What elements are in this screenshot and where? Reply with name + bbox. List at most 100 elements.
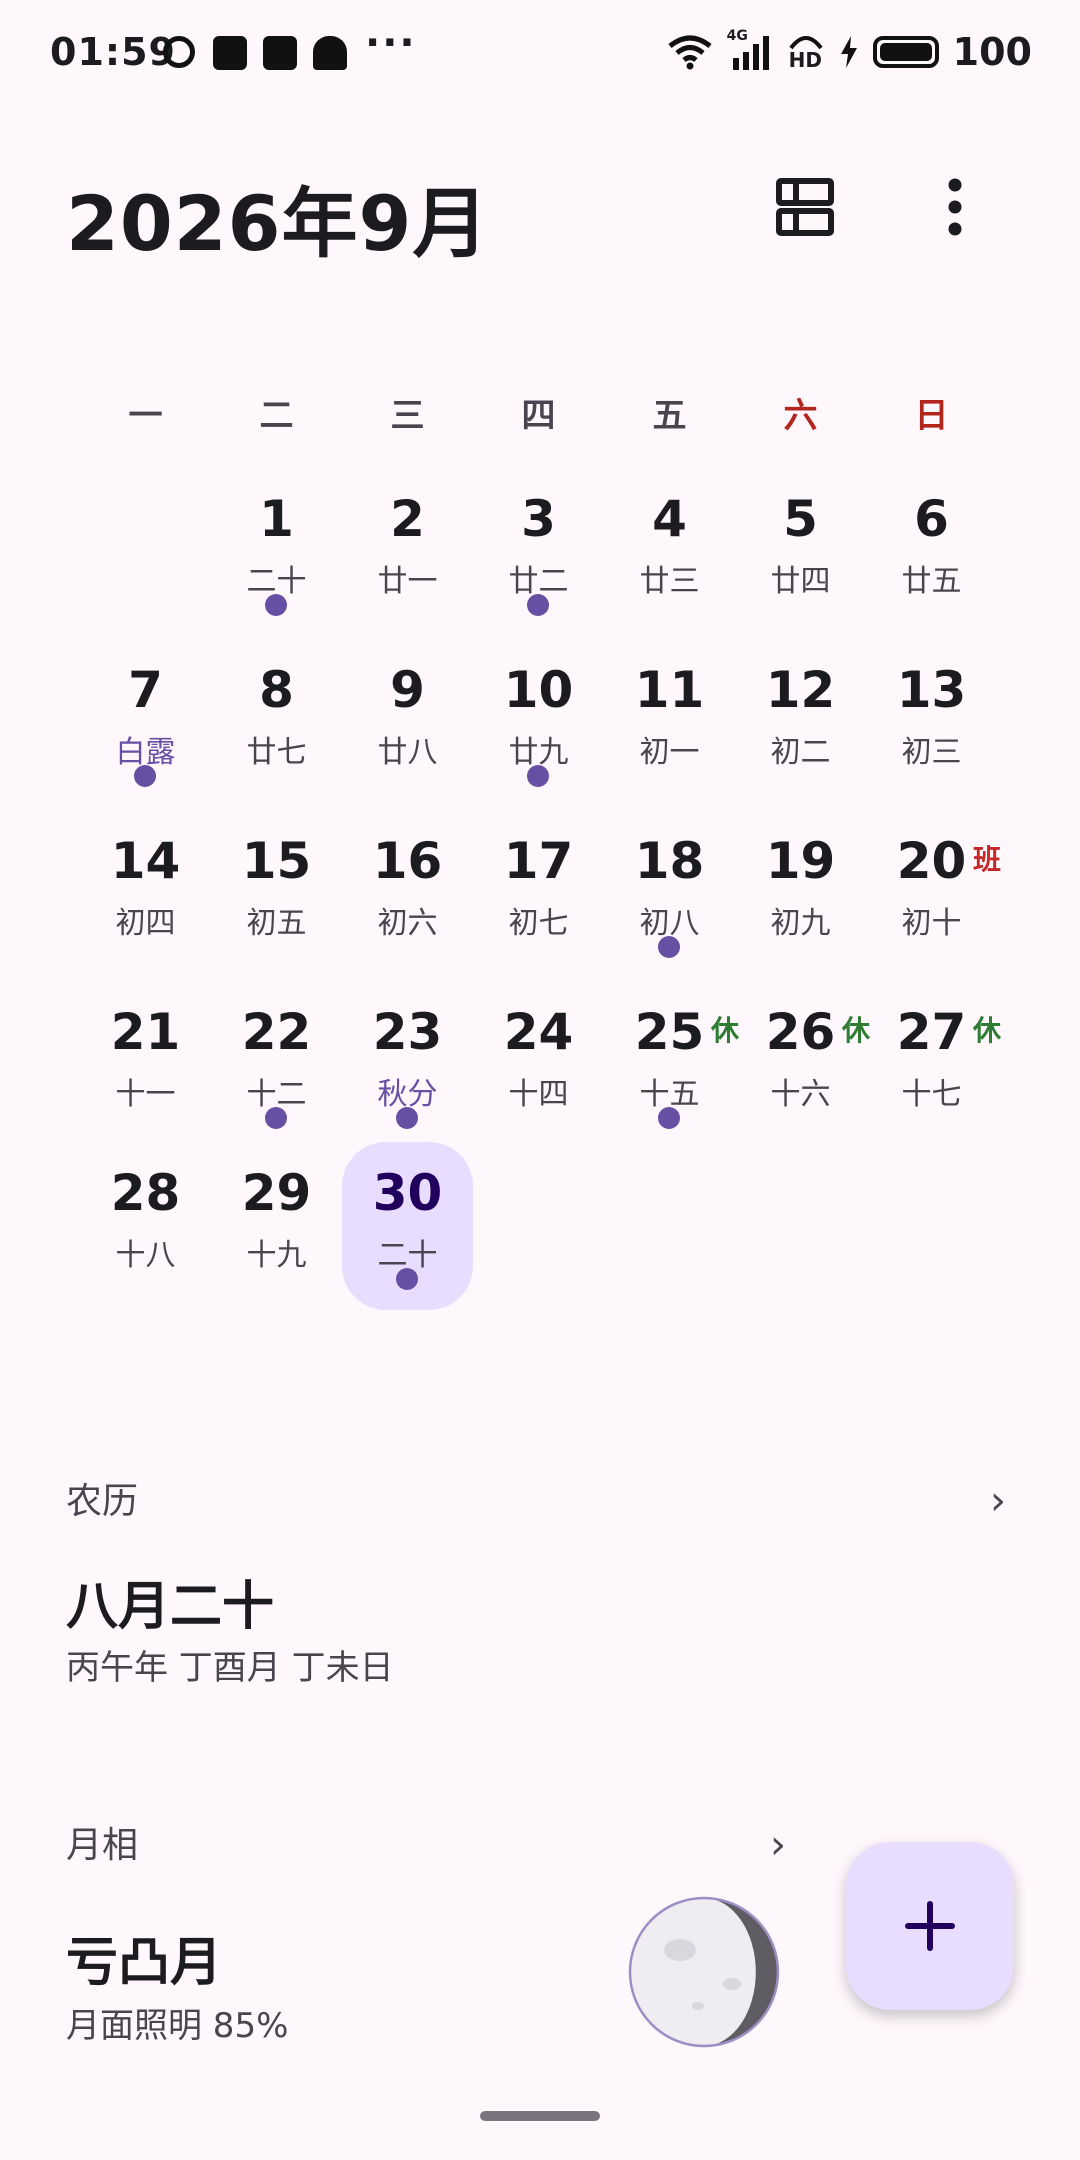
moon-phase-name: 亏凸月 [66, 1933, 223, 1993]
status-bar: 01:59 ··· 4G HD 100 [0, 0, 1080, 110]
day-number: 24 [503, 1003, 574, 1061]
day-cell[interactable]: 8 廿七 [211, 639, 342, 807]
day-cell[interactable]: 15 初五 [211, 810, 342, 978]
day-cell[interactable]: 14 初四 [80, 810, 211, 978]
day-cell[interactable]: 19 初九 [735, 810, 866, 978]
lunar-section-label: 农历 [66, 1481, 139, 1522]
moon-illumination: 月面照明 85% [66, 2006, 289, 2046]
plus-icon [905, 1901, 955, 1951]
hd-voice-icon: HD [787, 32, 825, 72]
day-number: 6 [914, 490, 949, 548]
day-cell[interactable]: 27 十七休 [866, 981, 1001, 1149]
event-dot [658, 936, 680, 958]
lunar-ganzhi: 丙午年 丁酉月 丁未日 [66, 1648, 394, 1688]
day-cell[interactable]: 2 廿一 [342, 468, 473, 636]
day-cell[interactable]: 11 初一 [604, 639, 735, 807]
chevron-right-icon[interactable]: › [990, 1478, 1006, 1524]
event-dot [134, 765, 156, 787]
lunar-day-label: 初九 [770, 906, 831, 941]
day-number: 15 [241, 832, 312, 890]
event-dot [527, 765, 549, 787]
lunar-day-label: 十七 [901, 1077, 962, 1112]
day-number: 23 [372, 1003, 443, 1061]
home-indicator[interactable] [480, 2111, 600, 2121]
day-number: 22 [241, 1003, 312, 1061]
day-cell[interactable]: 23 秋分 [342, 981, 473, 1149]
day-number: 5 [783, 490, 818, 548]
day-cell[interactable]: 25 十五休 [604, 981, 739, 1149]
lunar-day-label: 初二 [770, 735, 831, 770]
lunar-day-label: 初十 [901, 906, 962, 941]
day-cell[interactable]: 5 廿四 [735, 468, 866, 636]
day-number: 30 [372, 1164, 443, 1222]
moon-section-label: 月相 [66, 1825, 139, 1866]
bag-check-icon [263, 36, 297, 70]
lunar-day-label: 十六 [770, 1077, 831, 1112]
day-number: 19 [765, 832, 836, 890]
lunar-day-label: 初五 [246, 906, 307, 941]
lunar-day-label: 十四 [508, 1077, 569, 1112]
day-cell[interactable]: 10 廿九 [473, 639, 604, 807]
more-button[interactable] [920, 172, 990, 242]
lunar-day-label: 初三 [901, 735, 962, 770]
status-right-group: 4G HD 100 [667, 28, 1032, 74]
day-cell[interactable]: 29 十九 [211, 1142, 342, 1310]
day-number: 1 [259, 490, 294, 548]
day-number: 12 [765, 661, 836, 719]
day-cell[interactable]: 21 十一 [80, 981, 211, 1149]
weekday-label: 六 [783, 396, 818, 436]
page-title[interactable]: 2026年9月 [66, 162, 489, 272]
workday-badge: 班 [973, 843, 1002, 876]
view-toggle-button[interactable] [770, 172, 840, 242]
day-cell[interactable]: 7 白露 [80, 639, 211, 807]
day-cell[interactable]: 16 初六 [342, 810, 473, 978]
day-cell[interactable]: 3 廿二 [473, 468, 604, 636]
weekday-label: 五 [652, 396, 687, 436]
day-cell[interactable]: 22 十二 [211, 981, 342, 1149]
charging-icon [840, 36, 857, 68]
day-number: 4 [652, 490, 687, 548]
day-cell[interactable]: 9 廿八 [342, 639, 473, 807]
day-cell[interactable]: 6 廿五 [866, 468, 997, 636]
lunar-day-label: 初一 [639, 735, 700, 770]
event-dot [396, 1107, 418, 1129]
day-number: 28 [110, 1164, 181, 1222]
weekday-label: 一 [128, 396, 163, 436]
meituan-icon [163, 36, 195, 68]
add-event-button[interactable] [846, 1842, 1014, 2010]
day-cell[interactable]: 13 初三 [866, 639, 997, 807]
lunar-day-label: 廿七 [246, 735, 307, 770]
day-number: 9 [390, 661, 425, 719]
day-number: 10 [503, 661, 574, 719]
more-notifications-icon: ··· [365, 20, 417, 66]
wifi-icon [668, 35, 712, 70]
day-cell[interactable]: 24 十四 [473, 981, 604, 1149]
day-number: 16 [372, 832, 443, 890]
day-cell-selected[interactable]: 30 二十 [342, 1142, 473, 1310]
weekday-label: 二 [259, 396, 294, 436]
day-number: 18 [634, 832, 705, 890]
lunar-day-label: 初六 [377, 906, 438, 941]
bag-icon [213, 36, 247, 70]
battery-level: 100 [952, 30, 1032, 74]
day-number: 11 [634, 661, 705, 719]
day-cell[interactable]: 4 廿三 [604, 468, 735, 636]
day-cell[interactable]: 12 初二 [735, 639, 866, 807]
status-time: 01:59 [50, 30, 176, 74]
event-dot [658, 1107, 680, 1129]
lunar-day-label: 初四 [115, 906, 176, 941]
moon-phase-icon [628, 1896, 780, 2048]
lunar-day-label: 廿三 [639, 564, 700, 599]
day-cell[interactable]: 26 十六休 [735, 981, 870, 1149]
day-cell[interactable]: 17 初七 [473, 810, 604, 978]
more-vert-icon [948, 178, 962, 236]
day-number: 3 [521, 490, 556, 548]
holiday-rest-badge: 休 [973, 1014, 1002, 1047]
view-agenda-icon [776, 178, 834, 236]
day-cell[interactable]: 18 初八 [604, 810, 735, 978]
day-cell[interactable]: 20 初十班 [866, 810, 1001, 978]
day-cell[interactable]: 28 十八 [80, 1142, 211, 1310]
chevron-right-icon[interactable]: › [770, 1822, 786, 1868]
signal-icon: 4G [727, 28, 773, 72]
day-cell[interactable]: 1 二十 [211, 468, 342, 636]
